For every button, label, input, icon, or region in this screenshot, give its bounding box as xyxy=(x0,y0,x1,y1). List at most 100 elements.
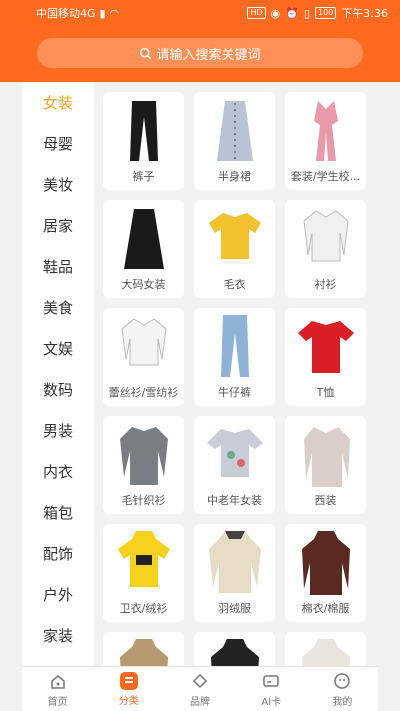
jumpsuit-icon xyxy=(285,92,366,166)
category-icon xyxy=(119,671,138,690)
grid-row: 卫衣/绒衫 羽绒服 棉衣/棉服 xyxy=(103,524,378,622)
subcategory-card[interactable]: 蕾丝衫/雪纺衫 xyxy=(103,308,184,406)
subcategory-label: 大码女装 xyxy=(121,278,166,291)
sidebar-item[interactable]: 居家 xyxy=(22,205,94,246)
sidebar-item[interactable]: 家装 xyxy=(22,615,94,656)
subcategory-card[interactable] xyxy=(285,632,366,666)
grid-row: 裤子 半身裙 套装/学生校... xyxy=(103,92,378,190)
floral-top-icon xyxy=(194,416,275,490)
clock-text: 下午3:36 xyxy=(341,7,388,20)
hd-badge: HD xyxy=(247,7,266,19)
sidebar-item[interactable]: 美妆 xyxy=(22,164,94,205)
subcategory-card[interactable] xyxy=(194,632,275,666)
sidebar-item[interactable]: 鞋品 xyxy=(22,246,94,287)
subcategory-label: 半身裙 xyxy=(218,170,251,183)
tab-home[interactable]: 首页 xyxy=(22,667,93,711)
shirt-icon xyxy=(285,200,366,274)
subcategory-label: 中老年女装 xyxy=(207,494,262,507)
blazer-icon xyxy=(285,416,366,490)
jeans-icon xyxy=(194,308,275,382)
status-bar: 中国移动4G ▮ ◠ HD ◉ ⏰ ▯ 100 下午3:36 xyxy=(0,0,400,26)
subcategory-label: 卫衣/绒衫 xyxy=(119,602,168,615)
sidebar-item[interactable]: 数码 xyxy=(22,369,94,410)
cardigan-icon xyxy=(103,416,184,490)
subcategory-label: 毛针织衫 xyxy=(121,494,166,507)
card-icon xyxy=(261,671,281,691)
wifi-icon: ◠ xyxy=(109,6,120,20)
coat-icon xyxy=(285,632,366,666)
profile-icon xyxy=(332,671,352,691)
subcategory-card[interactable] xyxy=(103,632,184,666)
subcategory-label: 棉衣/棉服 xyxy=(301,602,350,615)
subcategory-card[interactable]: 棉衣/棉服 xyxy=(285,524,366,622)
subcategory-card[interactable]: 衬衫 xyxy=(285,200,366,298)
sidebar-item[interactable]: 母婴 xyxy=(22,123,94,164)
carrier-text: 中国移动4G xyxy=(36,7,96,20)
sidebar-item[interactable]: 户外 xyxy=(22,574,94,615)
subcategory-label: 衬衫 xyxy=(314,278,337,291)
pants-icon xyxy=(103,92,184,166)
skirt-icon xyxy=(194,92,275,166)
grid-row xyxy=(103,632,378,666)
sidebar-item[interactable]: 美食 xyxy=(22,287,94,328)
hoodie-icon xyxy=(103,524,184,598)
subcategory-card[interactable]: 套装/学生校... xyxy=(285,92,366,190)
signal-icon: ▮ xyxy=(99,6,106,20)
blouse-icon xyxy=(103,308,184,382)
search-input[interactable]: 请输入搜索关键词 xyxy=(37,38,363,68)
subcategory-card[interactable]: T恤 xyxy=(285,308,366,406)
sidebar-item[interactable]: 男装 xyxy=(22,410,94,451)
subcategory-grid: 裤子 半身裙 套装/学生校... 大码女装 毛衣 衬衫蕾丝衫/雪纺衫 牛仔裤 T恤毛针织衫 中老… xyxy=(94,82,378,666)
coat-icon xyxy=(194,632,275,666)
category-sidebar: 女装 母婴 美妆 居家 鞋品 美食 文娱 数码 男装 内衣 箱包 配饰 户外 家装 xyxy=(22,82,94,666)
search-icon xyxy=(140,47,152,59)
bottom-nav: 首页 分类 品牌 AI卡 我的 xyxy=(22,666,378,711)
subcategory-card[interactable]: 半身裙 xyxy=(194,92,275,190)
tab-label: AI卡 xyxy=(261,696,282,708)
sweater-icon xyxy=(194,200,275,274)
subcategory-label: 裤子 xyxy=(132,170,155,183)
subcategory-card[interactable]: 牛仔裤 xyxy=(194,308,275,406)
sidebar-item[interactable]: 箱包 xyxy=(22,492,94,533)
vibrate-icon: ▯ xyxy=(303,6,311,20)
subcategory-card[interactable]: 西装 xyxy=(285,416,366,514)
coat-icon xyxy=(103,632,184,666)
sidebar-item[interactable]: 内衣 xyxy=(22,451,94,492)
subcategory-label: 西装 xyxy=(314,494,337,507)
sidebar-item[interactable]: 配饰 xyxy=(22,533,94,574)
subcategory-card[interactable]: 中老年女装 xyxy=(194,416,275,514)
subcategory-card[interactable]: 毛衣 xyxy=(194,200,275,298)
battery-icon: 100 xyxy=(315,7,337,19)
subcategory-card[interactable]: 卫衣/绒衫 xyxy=(103,524,184,622)
tab-label: 分类 xyxy=(118,695,139,707)
tab-label: 首页 xyxy=(47,696,68,708)
subcategory-card[interactable]: 羽绒服 xyxy=(194,524,275,622)
subcategory-card[interactable]: 大码女装 xyxy=(103,200,184,298)
search-placeholder: 请输入搜索关键词 xyxy=(156,47,261,63)
tab-category[interactable]: 分类 xyxy=(93,667,164,711)
brand-icon xyxy=(190,671,210,691)
subcategory-label: 套装/学生校... xyxy=(290,170,361,183)
eye-icon: ◉ xyxy=(270,6,281,20)
subcategory-label: 牛仔裤 xyxy=(218,386,251,399)
tab-profile[interactable]: 我的 xyxy=(307,667,378,711)
grid-row: 大码女装 毛衣 衬衫 xyxy=(103,200,378,298)
subcategory-label: T恤 xyxy=(316,386,335,399)
subcategory-label: 毛衣 xyxy=(223,278,246,291)
subcategory-label: 蕾丝衫/雪纺衫 xyxy=(108,386,179,399)
coat-icon xyxy=(285,524,366,598)
tab-card[interactable]: AI卡 xyxy=(236,667,307,711)
grid-row: 毛针织衫 中老年女装 西装 xyxy=(103,416,378,514)
subcategory-card[interactable]: 毛针织衫 xyxy=(103,416,184,514)
home-icon xyxy=(48,671,68,691)
tab-brand[interactable]: 品牌 xyxy=(164,667,235,711)
subcategory-label: 羽绒服 xyxy=(218,602,251,615)
long-skirt-icon xyxy=(103,200,184,274)
sidebar-item[interactable]: 文娱 xyxy=(22,328,94,369)
tab-label: 品牌 xyxy=(190,696,210,708)
app-header: 中国移动4G ▮ ◠ HD ◉ ⏰ ▯ 100 下午3:36 请输入搜索关键词 xyxy=(0,0,400,82)
subcategory-card[interactable]: 裤子 xyxy=(103,92,184,190)
sidebar-item[interactable]: 女装 xyxy=(22,82,94,123)
alarm-icon: ⏰ xyxy=(285,6,299,20)
grid-row: 蕾丝衫/雪纺衫 牛仔裤 T恤 xyxy=(103,308,378,406)
